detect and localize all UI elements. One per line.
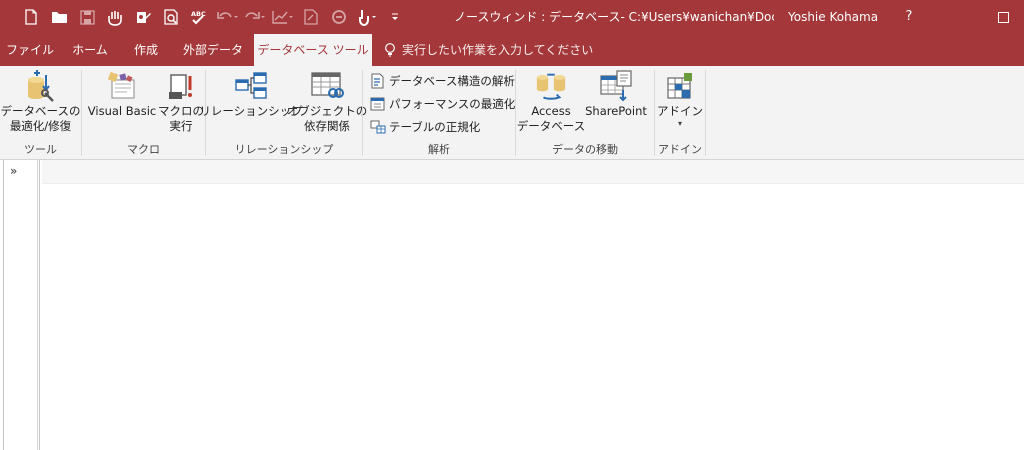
compact-repair-label-1: データベースの [0,104,81,118]
svg-text:ABC: ABC [191,10,206,18]
ribbon-tabs: ファイル ホーム 作成 外部データ データベース ツール 実行したい作業を入力し… [0,34,1024,66]
document-workspace [42,160,1024,450]
save-icon[interactable] [74,3,100,31]
documenter-icon [369,72,387,90]
document-tab-strip [42,160,1024,184]
compact-repair-button[interactable]: データベースの 最適化/修復 [0,68,81,134]
access-database-button[interactable]: Access データベース [516,68,586,134]
group-separator [705,70,706,156]
access-database-label-1: Access [531,104,571,118]
help-button[interactable]: ? [896,0,922,34]
object-dependencies-icon [310,68,344,104]
object-dependencies-label-1: オブジェクトの [286,104,368,118]
user-name[interactable]: Yoshie Kohama [788,0,878,34]
addins-dropdown-icon: ▾ [677,119,682,128]
sharepoint-label: SharePoint [585,104,647,118]
relationships-icon [234,68,268,104]
touch-mode-icon[interactable] [102,3,128,31]
restore-window-icon[interactable] [986,0,1020,34]
run-macro-label-1: マクロの [158,104,204,118]
group-tools: データベースの 最適化/修復 ツール [0,66,81,160]
tab-database-tools[interactable]: データベース ツール [254,34,372,66]
touch-pointer-icon[interactable] [354,3,380,31]
group-relationships: リレーションシップ オブジェクトの 依存関係 リレーションシップ [199,66,367,160]
run-macro-label-2: 実行 [169,119,193,133]
export-icon[interactable] [298,3,324,31]
group-label-macro: マクロ [127,143,160,156]
addins-label: アドイン [657,104,703,118]
window-title: ノースウィンド : データベース- C:¥Users¥wanichan¥Docu… [454,10,774,24]
database-documenter-button[interactable]: データベース構造の解析 [369,70,515,92]
nav-pane-divider[interactable] [37,160,38,450]
tab-home[interactable]: ホーム [60,34,120,66]
performance-icon [369,95,387,113]
group-analyze: データベース構造の解析 パフォーマンスの最適化 テーブルの正規化 解析 [363,66,515,160]
group-label-move-data: データの移動 [552,143,618,156]
chart-icon[interactable] [270,3,296,31]
compact-repair-label-2: 最適化/修復 [9,119,72,133]
sharepoint-icon [599,68,633,104]
group-label-relationships: リレーションシップ [234,143,334,156]
expand-nav-pane-button[interactable]: » [10,164,17,178]
quick-access-toolbar: ABC [0,0,408,34]
compact-repair-icon [24,68,58,104]
table-analyzer-label: テーブルの正規化 [389,120,481,134]
tab-file[interactable]: ファイル [0,34,60,66]
tab-create[interactable]: 作成 [120,34,172,66]
addins-button[interactable]: アドイン ▾ [655,68,705,129]
redo-icon[interactable] [242,3,268,31]
customize-qat-icon[interactable] [382,3,408,31]
undo-icon[interactable] [214,3,240,31]
new-file-icon[interactable] [18,3,44,31]
group-label-analyze: 解析 [428,143,450,156]
open-folder-icon[interactable] [46,3,72,31]
tab-external-data[interactable]: 外部データ [172,34,254,66]
object-dependencies-button[interactable]: オブジェクトの 依存関係 [287,68,367,134]
group-label-tools: ツール [24,143,57,156]
group-move-data: Access データベース SharePoint データの移動 [516,66,654,160]
tell-me-text: 実行したい作業を入力してください [402,43,594,57]
sharepoint-button[interactable]: SharePoint [582,68,650,119]
refresh-icon[interactable] [326,3,352,31]
property-icon[interactable] [130,3,156,31]
group-macro: Visual Basic マクロの 実行 マクロ [82,66,205,160]
visual-basic-label: Visual Basic [87,104,157,118]
title-bar: ABC ノースウィンド : データベース- C:¥Users¥wanichan¥… [0,0,1024,34]
lightbulb-icon [385,42,395,56]
group-addins: アドイン ▾ アドイン [655,66,705,160]
access-database-icon [534,68,568,104]
analyze-table-button[interactable]: テーブルの正規化 [369,116,480,138]
access-database-label-2: データベース [516,119,586,133]
ribbon: データベースの 最適化/修復 ツール Visual Basic マクロの 実行 … [0,66,1024,160]
object-dependencies-label-2: 依存関係 [304,119,350,133]
visual-basic-button[interactable]: Visual Basic [84,68,160,119]
addins-icon [663,68,697,104]
navigation-pane: » [3,160,40,450]
relationships-button[interactable]: リレーションシップ [199,68,303,119]
access-window: ABC ノースウィンド : データベース- C:¥Users¥wanichan¥… [0,0,1024,450]
documenter-label: データベース構造の解析 [389,74,515,88]
group-label-addins: アドイン [658,143,702,156]
visual-basic-icon [105,68,139,104]
print-preview-icon[interactable] [158,3,184,31]
run-macro-icon [164,68,198,104]
run-macro-button[interactable]: マクロの 実行 [158,68,204,134]
tell-me-search[interactable]: 実行したい作業を入力してください [384,34,593,66]
table-analyzer-icon [369,118,387,136]
analyze-performance-button[interactable]: パフォーマンスの最適化 [369,93,515,115]
performance-label: パフォーマンスの最適化 [389,97,516,111]
spelling-icon[interactable]: ABC [186,3,212,31]
